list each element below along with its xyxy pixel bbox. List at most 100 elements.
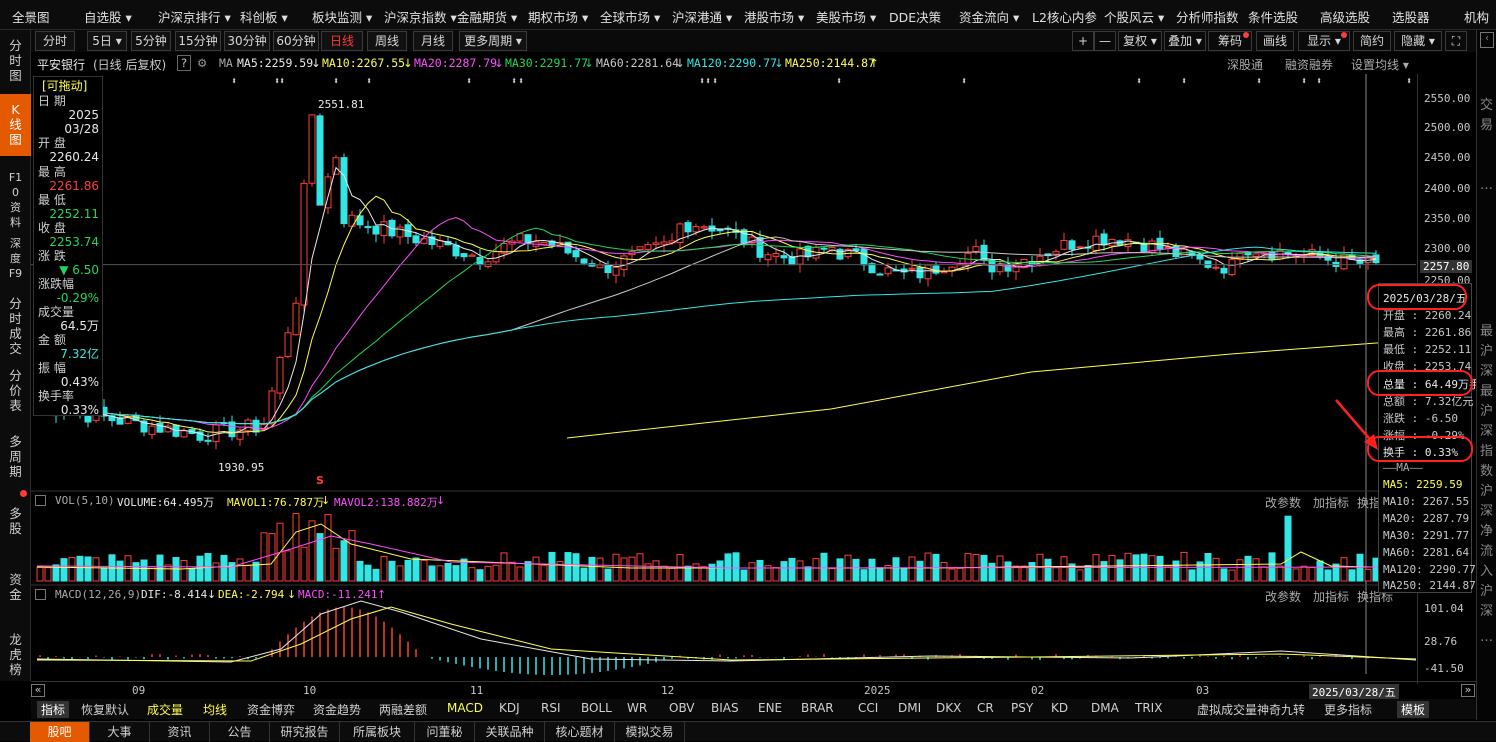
macd-edit-params[interactable]: 改参数 bbox=[1265, 588, 1301, 605]
nav-item-connect[interactable]: 沪深港通 ▾ bbox=[672, 7, 732, 26]
nav-item-watchlist[interactable]: 自选股 ▾ bbox=[84, 7, 132, 26]
bottom-tab-3[interactable]: 公告 bbox=[210, 722, 270, 742]
nav-item-condition[interactable]: 条件选股 bbox=[1248, 7, 1298, 26]
nav-item-index[interactable]: 沪深京指数 ▾ bbox=[384, 7, 457, 26]
indicator-tab-25[interactable]: 神奇九转 bbox=[1257, 701, 1305, 718]
tab-intraday[interactable]: 分时图 bbox=[0, 34, 31, 92]
period-5min[interactable]: 5分钟 bbox=[131, 31, 171, 51]
indicator-tab-10[interactable]: BOLL bbox=[581, 701, 612, 715]
bottom-tab-5[interactable]: 所属板块 bbox=[340, 722, 415, 742]
nav-item-global[interactable]: 全球市场 ▾ bbox=[600, 7, 660, 26]
indicator-tab-1[interactable]: 恢复默认 bbox=[81, 701, 129, 718]
draw-button[interactable]: 画线 bbox=[1256, 31, 1294, 51]
info-panel[interactable]: [可拖动] 日 期 2025 03/28 开 盘 2260.24 最 高 226… bbox=[33, 76, 103, 417]
nav-item-hk[interactable]: 港股市场 ▾ bbox=[744, 7, 804, 26]
indicator-tab-14[interactable]: ENE bbox=[758, 701, 782, 715]
fullscreen-icon[interactable]: ⛶ bbox=[1445, 31, 1467, 51]
tab-multi-period[interactable]: 多周期 bbox=[0, 430, 31, 482]
zoom-out-button[interactable]: — bbox=[1094, 31, 1116, 51]
nav-item-us[interactable]: 美股市场 ▾ bbox=[816, 7, 876, 26]
period-15min[interactable]: 15分钟 bbox=[175, 31, 221, 51]
nav-item-analyst[interactable]: 分析师指数 bbox=[1176, 7, 1239, 26]
tab-f10[interactable]: F10资料 bbox=[0, 166, 31, 229]
indicator-tab-11[interactable]: WR bbox=[627, 701, 647, 715]
bottom-tab-0[interactable]: 股吧 bbox=[30, 722, 90, 742]
margin-link[interactable]: 融资融券 bbox=[1285, 56, 1333, 73]
nav-item-fund-flow[interactable]: 资金流向 ▾ bbox=[959, 7, 1019, 26]
overlay-button[interactable]: 叠加 ▾ bbox=[1164, 31, 1206, 51]
period-weekly[interactable]: 周线 bbox=[367, 31, 407, 51]
nav-item-advanced[interactable]: 高级选股 bbox=[1320, 7, 1370, 26]
adjust-button[interactable]: 复权 ▾ bbox=[1118, 31, 1162, 51]
tab-price-table[interactable]: 分价表 bbox=[0, 364, 31, 414]
period-intraday[interactable]: 分时 bbox=[35, 31, 75, 51]
scroll-left-icon[interactable]: « bbox=[31, 684, 45, 697]
indicator-tab-26[interactable]: 更多指标 bbox=[1324, 701, 1372, 718]
indicator-tab-9[interactable]: RSI bbox=[541, 701, 561, 715]
nav-item-screener[interactable]: 选股器 bbox=[1392, 7, 1430, 26]
indicator-tab-12[interactable]: OBV bbox=[669, 701, 695, 715]
panel-toggle-icon[interactable]: ‹ bbox=[1480, 32, 1494, 48]
collapse-icon[interactable] bbox=[35, 495, 46, 506]
period-daily[interactable]: 日线 bbox=[321, 31, 363, 51]
macd-add-indicator[interactable]: 加指标 bbox=[1313, 588, 1349, 605]
indicator-tab-2[interactable]: 成交量 bbox=[147, 701, 183, 718]
nav-item-panorama[interactable]: 全景图 bbox=[12, 7, 50, 26]
indicator-tab-22[interactable]: DMA bbox=[1091, 701, 1119, 715]
tab-kline[interactable]: K线图 bbox=[0, 94, 31, 156]
ma-settings-link[interactable]: 设置均线 ▾ bbox=[1351, 56, 1409, 73]
indicator-tab-4[interactable]: 资金博弈 bbox=[247, 701, 295, 718]
period-30min[interactable]: 30分钟 bbox=[224, 31, 270, 51]
zoom-in-button[interactable]: + bbox=[1072, 31, 1094, 51]
macd-collapse-icon[interactable] bbox=[35, 589, 46, 600]
nav-item-stock-risk[interactable]: 个股风云 ▾ bbox=[1104, 7, 1164, 26]
bottom-tab-6[interactable]: 问董秘 bbox=[415, 722, 475, 742]
indicator-tab-7[interactable]: MACD bbox=[447, 701, 483, 715]
indicator-tab-5[interactable]: 资金趋势 bbox=[313, 701, 361, 718]
vol-edit-params[interactable]: 改参数 bbox=[1265, 494, 1301, 511]
nav-item-options[interactable]: 期权市场 ▾ bbox=[528, 7, 588, 26]
tab-dragon-tiger[interactable]: 龙虎榜 bbox=[0, 628, 31, 680]
period-monthly[interactable]: 月线 bbox=[413, 31, 453, 51]
simple-button[interactable]: 简约 bbox=[1353, 31, 1391, 51]
bottom-tab-2[interactable]: 资讯 bbox=[150, 722, 210, 742]
nav-item-star-market[interactable]: 科创板 ▾ bbox=[240, 7, 288, 26]
vol-add-indicator[interactable]: 加指标 bbox=[1313, 494, 1349, 511]
nav-item-dde[interactable]: DDE决策 bbox=[889, 7, 941, 26]
indicator-tab-21[interactable]: KD bbox=[1051, 701, 1068, 715]
bottom-tab-7[interactable]: 关联品种 bbox=[475, 722, 545, 742]
tab-funds[interactable]: 资金 bbox=[0, 568, 31, 608]
bottom-tab-4[interactable]: 研究报告 bbox=[270, 722, 340, 742]
nav-item-institution[interactable]: 机构 bbox=[1464, 7, 1489, 26]
indicator-tab-18[interactable]: DKX bbox=[936, 701, 961, 715]
nav-item-sector-monitor[interactable]: 板块监测 ▾ bbox=[312, 7, 372, 26]
indicator-tab-16[interactable]: CCI bbox=[858, 701, 878, 715]
period-60min[interactable]: 60分钟 bbox=[273, 31, 319, 51]
indicator-tab-19[interactable]: CR bbox=[977, 701, 994, 715]
indicator-tab-23[interactable]: TRIX bbox=[1135, 701, 1162, 715]
indicator-tab-24[interactable]: 虚拟成交量 bbox=[1197, 701, 1257, 718]
bottom-tab-8[interactable]: 核心题材 bbox=[545, 722, 615, 742]
period-more[interactable]: 更多周期 ▾ bbox=[459, 31, 527, 51]
indicator-tab-15[interactable]: BRAR bbox=[801, 701, 834, 715]
tab-trades[interactable]: 分时成交 bbox=[0, 292, 31, 356]
indicator-tab-6[interactable]: 两融差额 bbox=[379, 701, 427, 718]
period-5day[interactable]: 5日 ▾ bbox=[87, 31, 127, 51]
indicator-tab-3[interactable]: 均线 bbox=[203, 701, 227, 718]
indicator-tab-8[interactable]: KDJ bbox=[499, 701, 520, 715]
nav-item-l2[interactable]: L2核心内参 bbox=[1032, 7, 1097, 26]
bottom-tab-1[interactable]: 大事 bbox=[90, 722, 150, 742]
help-icon[interactable]: ? bbox=[177, 55, 192, 71]
indicator-tab-13[interactable]: BIAS bbox=[711, 701, 739, 715]
drag-handle[interactable]: [可拖动] bbox=[42, 79, 87, 94]
tab-depth-f9[interactable]: 深度F9 bbox=[0, 232, 31, 284]
indicator-tab-27[interactable]: 模板 bbox=[1397, 701, 1430, 718]
nav-item-futures[interactable]: 金融期货 ▾ bbox=[457, 7, 517, 26]
hide-button[interactable]: 隐藏 ▾ bbox=[1394, 31, 1442, 51]
shenzhen-connect-link[interactable]: 深股通 bbox=[1227, 56, 1263, 73]
nav-item-ranking[interactable]: 沪深京排行 ▾ bbox=[158, 7, 231, 26]
indicator-tab-0[interactable]: 指标 bbox=[37, 701, 70, 718]
bottom-tab-9[interactable]: 模拟交易 bbox=[615, 722, 685, 742]
settings-icon[interactable]: ⚙ bbox=[197, 56, 207, 70]
indicator-tab-20[interactable]: PSY bbox=[1011, 701, 1033, 715]
